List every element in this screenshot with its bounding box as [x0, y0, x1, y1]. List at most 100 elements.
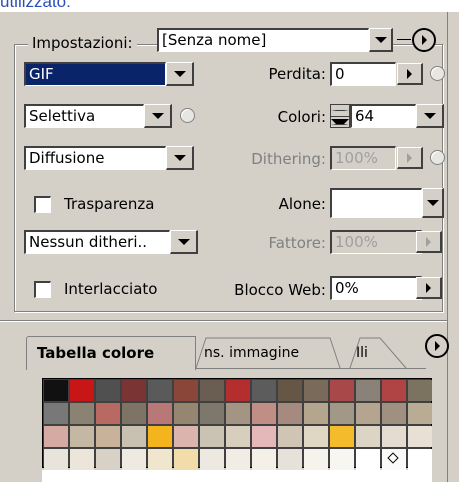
lossy-field[interactable]: 0 — [330, 62, 396, 86]
settings-dropdown-button[interactable] — [369, 28, 393, 52]
color-swatch[interactable] — [304, 403, 328, 424]
color-swatch[interactable] — [252, 449, 276, 470]
color-swatch[interactable] — [252, 426, 276, 447]
palette-empty-area — [42, 470, 432, 482]
palette-dropdown-button[interactable] — [144, 104, 172, 128]
color-swatch[interactable] — [278, 449, 302, 470]
lossy-slider-button[interactable] — [397, 63, 423, 85]
color-swatch[interactable] — [122, 449, 146, 470]
color-swatch[interactable] — [304, 449, 328, 470]
color-swatch[interactable] — [174, 403, 198, 424]
color-swatch[interactable] — [382, 449, 406, 470]
color-table-menu-button[interactable] — [425, 334, 449, 358]
colors-dropdown-button[interactable] — [416, 104, 444, 128]
color-swatch[interactable] — [200, 449, 224, 470]
format-dropdown-button[interactable] — [166, 62, 194, 86]
palette-field[interactable]: Selettiva — [24, 104, 144, 128]
color-swatch[interactable] — [330, 380, 354, 401]
color-swatch[interactable] — [148, 449, 172, 470]
panel-menu-button[interactable] — [412, 28, 436, 52]
color-swatch[interactable] — [174, 449, 198, 470]
panel-right-edge — [447, 12, 448, 482]
palette-mask-button[interactable] — [180, 108, 195, 123]
dithering-slider-button[interactable] — [397, 147, 423, 169]
color-swatch[interactable] — [408, 449, 432, 470]
format-field[interactable]: GIF — [24, 62, 166, 86]
chevron-down-icon — [151, 112, 164, 119]
color-swatch[interactable] — [356, 403, 380, 424]
color-swatch[interactable] — [356, 426, 380, 447]
lossy-mask-button[interactable] — [430, 66, 445, 81]
color-swatch[interactable] — [356, 449, 380, 470]
colors-spinner[interactable] — [330, 104, 350, 128]
color-swatch[interactable] — [148, 403, 172, 424]
matte-color-field[interactable] — [330, 188, 422, 218]
transparency-label: Trasparenza — [64, 195, 155, 213]
color-swatch[interactable] — [70, 449, 94, 470]
dither-algorithm-dropdown-button[interactable] — [166, 146, 194, 170]
color-swatch[interactable] — [122, 426, 146, 447]
color-swatch[interactable] — [200, 426, 224, 447]
color-swatch[interactable] — [226, 449, 250, 470]
colors-field[interactable]: 64 — [350, 104, 416, 128]
color-swatch[interactable] — [304, 426, 328, 447]
color-swatch[interactable] — [408, 403, 432, 424]
color-swatch[interactable] — [44, 426, 68, 447]
color-swatch[interactable] — [226, 403, 250, 424]
color-swatch[interactable] — [44, 380, 68, 401]
color-swatch[interactable] — [304, 380, 328, 401]
color-swatch[interactable] — [70, 403, 94, 424]
spin-up-icon[interactable] — [331, 105, 349, 117]
dithering-field[interactable]: 100% — [330, 146, 396, 170]
settings-field[interactable]: [Senza nome] — [157, 28, 369, 52]
color-swatch[interactable] — [226, 426, 250, 447]
transparency-checkbox[interactable] — [34, 196, 51, 213]
matte-dropdown-button[interactable] — [422, 188, 444, 218]
color-swatch[interactable] — [330, 403, 354, 424]
tab-color-table[interactable]: Tabella colore — [26, 336, 196, 370]
amount-slider-button[interactable] — [416, 231, 442, 253]
color-swatch[interactable] — [122, 380, 146, 401]
color-swatch[interactable] — [330, 426, 354, 447]
interlaced-checkbox[interactable] — [34, 281, 51, 298]
color-swatch[interactable] — [148, 426, 172, 447]
color-swatch[interactable] — [252, 380, 276, 401]
color-swatch[interactable] — [174, 426, 198, 447]
web-snap-label: Blocco Web: — [234, 281, 326, 299]
color-swatch[interactable] — [356, 380, 380, 401]
color-swatch[interactable] — [70, 426, 94, 447]
color-swatch[interactable] — [278, 380, 302, 401]
color-swatch[interactable] — [174, 380, 198, 401]
transparency-dither-field[interactable]: Nessun ditheri.. — [24, 230, 170, 254]
color-swatch[interactable] — [96, 449, 120, 470]
color-swatch[interactable] — [382, 426, 406, 447]
color-swatch[interactable] — [382, 403, 406, 424]
dithering-mask-button[interactable] — [430, 150, 445, 165]
section-divider — [0, 320, 447, 322]
transparency-dither-dropdown-button[interactable] — [170, 230, 198, 254]
spin-down-icon[interactable] — [331, 117, 349, 128]
color-swatch[interactable] — [122, 403, 146, 424]
color-swatch[interactable] — [200, 380, 224, 401]
color-swatch[interactable] — [278, 426, 302, 447]
color-swatch[interactable] — [226, 380, 250, 401]
color-swatch[interactable] — [278, 403, 302, 424]
color-swatch[interactable] — [44, 449, 68, 470]
color-swatch[interactable] — [408, 380, 432, 401]
color-swatch[interactable] — [408, 426, 432, 447]
color-swatch[interactable] — [96, 380, 120, 401]
color-swatch[interactable] — [44, 403, 68, 424]
web-snap-field[interactable]: 0% — [330, 276, 422, 300]
color-swatch[interactable] — [252, 403, 276, 424]
color-swatch[interactable] — [96, 426, 120, 447]
dither-algorithm-field[interactable]: Diffusione — [24, 146, 166, 170]
color-swatch[interactable] — [330, 449, 354, 470]
color-swatch[interactable] — [70, 380, 94, 401]
amount-field[interactable]: 100% — [330, 230, 422, 254]
web-snap-slider-button[interactable] — [416, 277, 442, 299]
color-palette-grid — [42, 378, 432, 470]
color-swatch[interactable] — [96, 403, 120, 424]
color-swatch[interactable] — [382, 380, 406, 401]
color-swatch[interactable] — [148, 380, 172, 401]
color-swatch[interactable] — [200, 403, 224, 424]
